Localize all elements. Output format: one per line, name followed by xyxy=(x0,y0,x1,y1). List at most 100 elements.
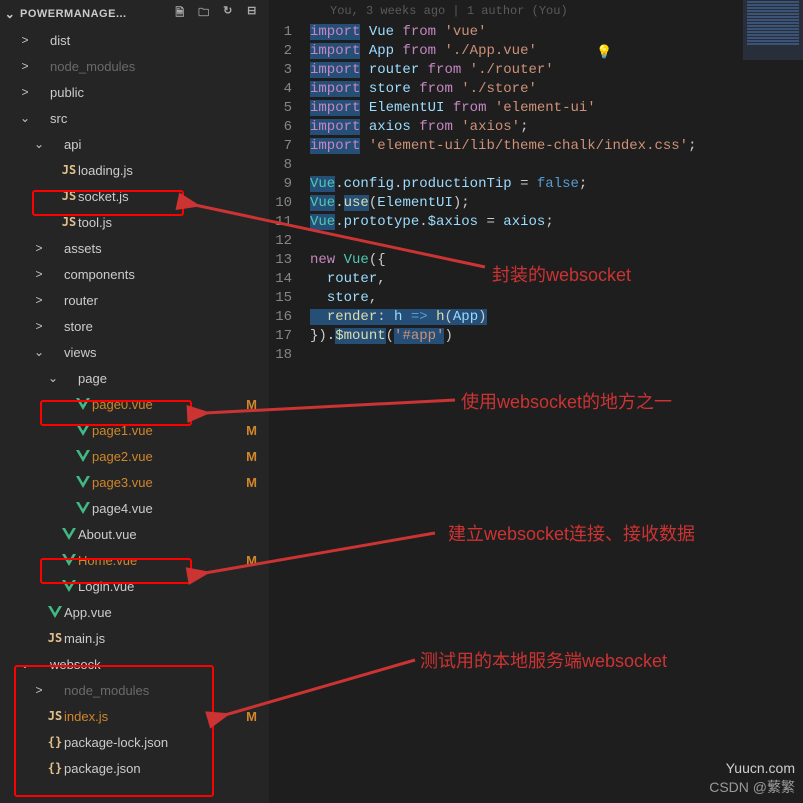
tree-item[interactable]: About.vue xyxy=(0,521,269,547)
line-number: 1 xyxy=(270,23,310,42)
project-title: POWERMANAGE... xyxy=(20,8,171,20)
code-line[interactable]: 6import axios from 'axios'; xyxy=(270,118,803,137)
tree-item[interactable]: >node_modules xyxy=(0,53,269,79)
chevron-icon[interactable]: ⌄ xyxy=(32,345,46,359)
git-badge: M xyxy=(246,553,259,568)
tree-item[interactable]: > dist xyxy=(0,27,269,53)
chevron-icon[interactable]: > xyxy=(18,33,32,47)
file-label: page3.vue xyxy=(92,475,246,490)
code-line[interactable]: 9Vue.config.productionTip = false; xyxy=(270,175,803,194)
file-label: components xyxy=(64,267,259,282)
chevron-icon[interactable]: > xyxy=(32,319,46,333)
tree-item[interactable]: JSloading.js xyxy=(0,157,269,183)
git-badge: M xyxy=(246,397,259,412)
code-line[interactable]: 14 router, xyxy=(270,270,803,289)
chevron-icon[interactable]: > xyxy=(32,293,46,307)
tree-item[interactable]: > components xyxy=(0,261,269,287)
lightbulb-icon[interactable]: 💡 xyxy=(596,43,612,62)
js-icon: JS xyxy=(60,189,78,203)
file-label: page xyxy=(78,371,259,386)
tree-item[interactable]: >assets xyxy=(0,235,269,261)
tree-item[interactable]: App.vue xyxy=(0,599,269,625)
tree-item[interactable]: JStool.js xyxy=(0,209,269,235)
collapse-icon[interactable]: ⊟ xyxy=(243,4,261,23)
tree-item[interactable]: {}package.json xyxy=(0,755,269,781)
tree-item[interactable]: page4.vue xyxy=(0,495,269,521)
js-icon: JS xyxy=(46,631,64,645)
vue-icon xyxy=(46,606,64,618)
tree-item[interactable]: JSmain.js xyxy=(0,625,269,651)
code-line[interactable]: 11Vue.prototype.$axios = axios; xyxy=(270,213,803,232)
code-line[interactable]: 2import App from './App.vue' xyxy=(270,42,803,61)
new-folder-icon[interactable]: 🗀 xyxy=(195,4,213,23)
code-line[interactable]: 12 xyxy=(270,232,803,251)
code-line[interactable]: 10Vue.use(ElementUI); xyxy=(270,194,803,213)
code-line[interactable]: 4import store from './store' xyxy=(270,80,803,99)
file-label: node_modules xyxy=(64,683,259,698)
line-number: 6 xyxy=(270,118,310,137)
code-line[interactable]: 3import router from './router' xyxy=(270,61,803,80)
minimap[interactable] xyxy=(743,0,803,60)
code-line[interactable]: 1import Vue from 'vue' xyxy=(270,23,803,42)
chevron-icon[interactable]: > xyxy=(32,241,46,255)
chevron-icon[interactable]: > xyxy=(18,59,32,73)
chevron-icon[interactable]: ⌄ xyxy=(32,137,46,151)
file-label: dist xyxy=(50,33,259,48)
tree-item[interactable]: page2.vueM xyxy=(0,443,269,469)
line-number: 3 xyxy=(270,61,310,80)
tree-item[interactable]: ⌄ websock xyxy=(0,651,269,677)
code-line[interactable]: 16 render: h => h(App) xyxy=(270,308,803,327)
code-editor[interactable]: You, 3 weeks ago | 1 author (You) 1impor… xyxy=(270,0,803,803)
line-number: 17 xyxy=(270,327,310,346)
line-number: 15 xyxy=(270,289,310,308)
tree-item[interactable]: Home.vueM xyxy=(0,547,269,573)
tree-item[interactable]: page0.vueM xyxy=(0,391,269,417)
tree-item[interactable]: JSindex.jsM xyxy=(0,703,269,729)
explorer-header: ⌄ POWERMANAGE... 🗎 🗀 ↻ ⊟ xyxy=(0,0,269,27)
tree-item[interactable]: > public xyxy=(0,79,269,105)
tree-item[interactable]: ⌄api xyxy=(0,131,269,157)
tree-item[interactable]: JSsocket.js xyxy=(0,183,269,209)
code-line[interactable]: 13new Vue({ xyxy=(270,251,803,270)
code-line[interactable]: 15 store, xyxy=(270,289,803,308)
tree-item[interactable]: page3.vueM xyxy=(0,469,269,495)
explorer-sidebar: ⌄ POWERMANAGE... 🗎 🗀 ↻ ⊟ >dist>node_modu… xyxy=(0,0,270,803)
line-number: 8 xyxy=(270,156,310,175)
code-line[interactable]: 7import 'element-ui/lib/theme-chalk/inde… xyxy=(270,137,803,156)
chevron-down-icon[interactable]: ⌄ xyxy=(4,7,16,21)
tree-item[interactable]: ⌄src xyxy=(0,105,269,131)
code-line[interactable]: 5import ElementUI from 'element-ui' xyxy=(270,99,803,118)
vue-icon xyxy=(60,554,78,566)
code-line[interactable]: 17}).$mount('#app') xyxy=(270,327,803,346)
tree-item[interactable]: >store xyxy=(0,313,269,339)
chevron-icon[interactable]: > xyxy=(32,683,46,697)
file-label: views xyxy=(64,345,259,360)
line-number: 5 xyxy=(270,99,310,118)
new-file-icon[interactable]: 🗎 xyxy=(171,4,189,23)
refresh-icon[interactable]: ↻ xyxy=(219,4,237,23)
tree-item[interactable]: ⌄ page xyxy=(0,365,269,391)
file-label: public xyxy=(50,85,259,100)
chevron-icon[interactable]: > xyxy=(32,267,46,281)
code-body[interactable]: 1import Vue from 'vue'2import App from '… xyxy=(270,23,803,365)
code-line[interactable]: 8 xyxy=(270,156,803,175)
line-number: 11 xyxy=(270,213,310,232)
file-label: websock xyxy=(50,657,259,672)
chevron-icon[interactable]: ⌄ xyxy=(18,657,32,671)
tree-item[interactable]: {}package-lock.json xyxy=(0,729,269,755)
tree-item[interactable]: > node_modules xyxy=(0,677,269,703)
code-line[interactable]: 18 xyxy=(270,346,803,365)
tree-item[interactable]: page1.vueM xyxy=(0,417,269,443)
tree-item[interactable]: Login.vue xyxy=(0,573,269,599)
tree-item[interactable]: >router xyxy=(0,287,269,313)
tree-item[interactable]: ⌄ views xyxy=(0,339,269,365)
chevron-icon[interactable]: ⌄ xyxy=(46,371,60,385)
git-badge: M xyxy=(246,449,259,464)
file-label: page2.vue xyxy=(92,449,246,464)
file-label: socket.js xyxy=(78,189,259,204)
file-label: tool.js xyxy=(78,215,259,230)
vue-icon xyxy=(60,528,78,540)
chevron-icon[interactable]: > xyxy=(18,85,32,99)
json-icon: {} xyxy=(46,761,64,775)
chevron-icon[interactable]: ⌄ xyxy=(18,111,32,125)
